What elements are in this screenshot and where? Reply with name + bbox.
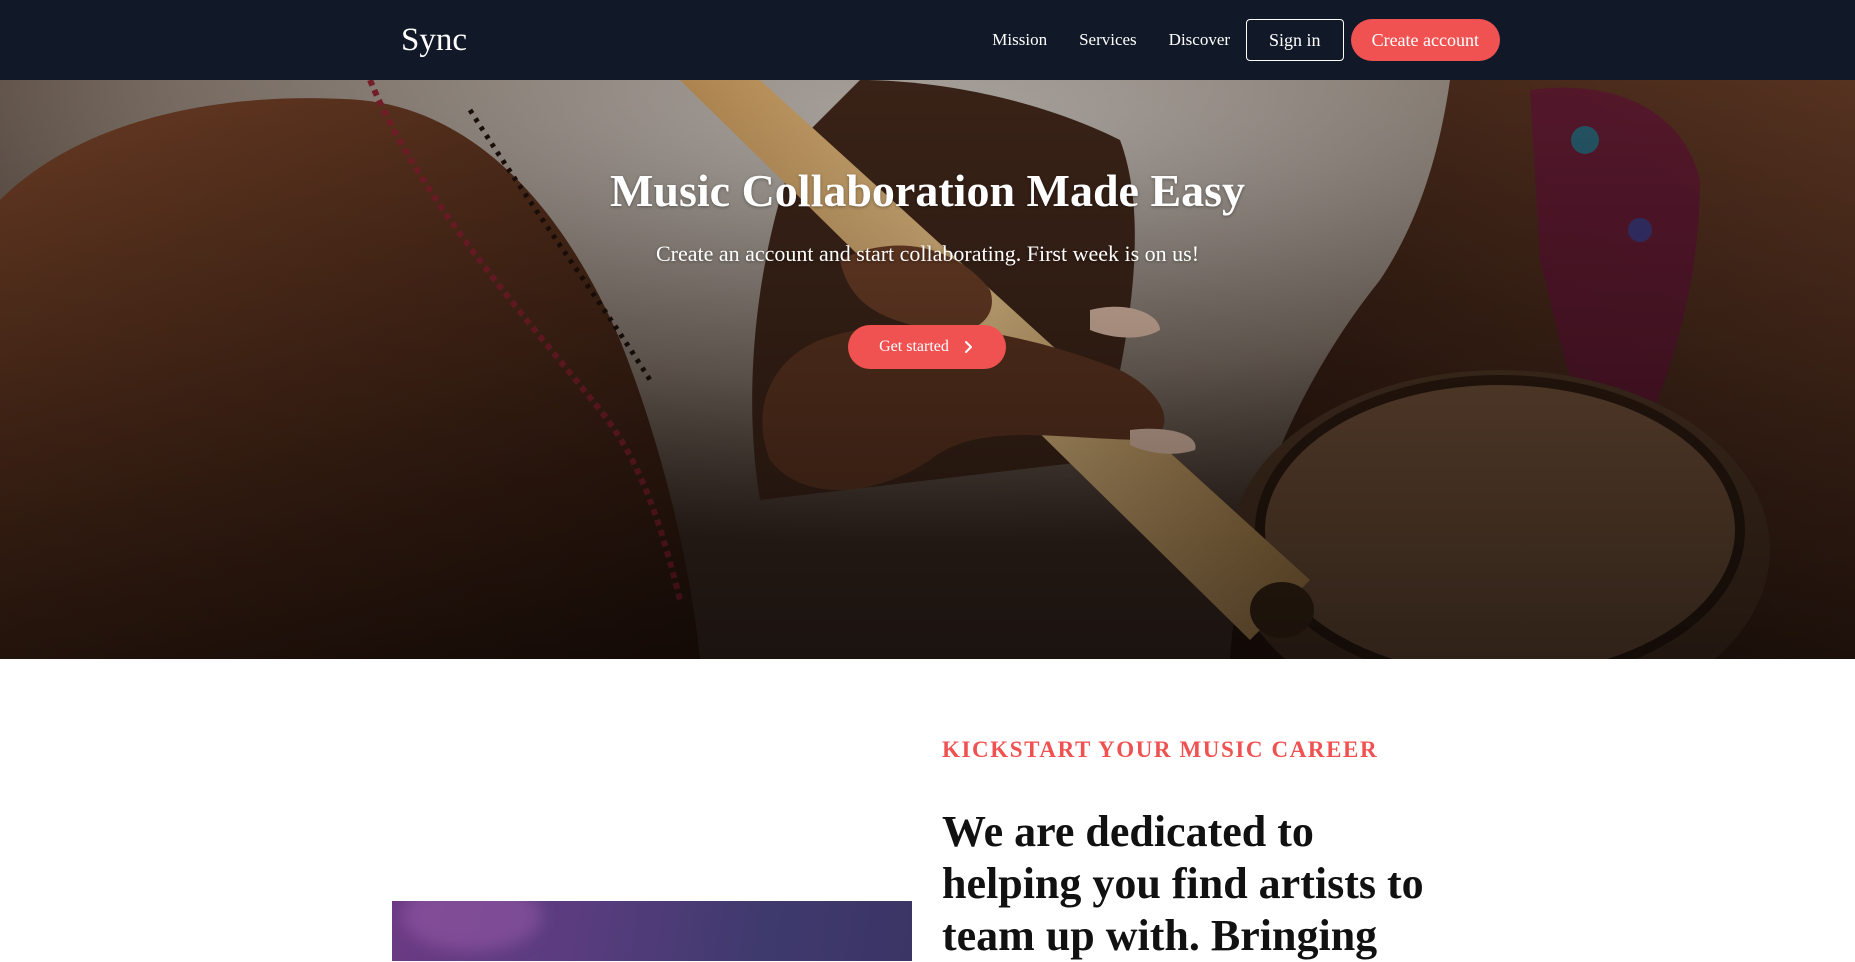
brand-logo[interactable]: Sync [401,18,467,62]
section-headline: We are dedicated to helping you find art… [942,807,1424,960]
hero-banner: Music Collaboration Made Easy Create an … [0,80,1855,659]
top-navbar: Sync Mission Services Discover Sign in C… [0,0,1855,80]
nav-link-mission[interactable]: Mission [992,30,1047,50]
section-image [392,901,912,961]
get-started-label: Get started [879,338,949,355]
nav-links: Mission Services Discover Sign in Create… [992,19,1500,61]
get-started-button[interactable]: Get started [848,325,1006,369]
chevron-right-icon [964,341,972,353]
nav-link-services[interactable]: Services [1079,30,1137,50]
hero-subtitle: Create an account and start collaboratin… [655,241,1200,266]
create-account-button[interactable]: Create account [1350,19,1500,61]
nav-link-discover[interactable]: Discover [1169,30,1230,50]
intro-section: KICKSTART YOUR MUSIC CAREER We are dedic… [0,659,1855,961]
section-eyebrow: KICKSTART YOUR MUSIC CAREER [942,737,1379,762]
hero-title: Music Collaboration Made Easy [609,165,1246,216]
sign-in-button[interactable]: Sign in [1246,19,1344,61]
